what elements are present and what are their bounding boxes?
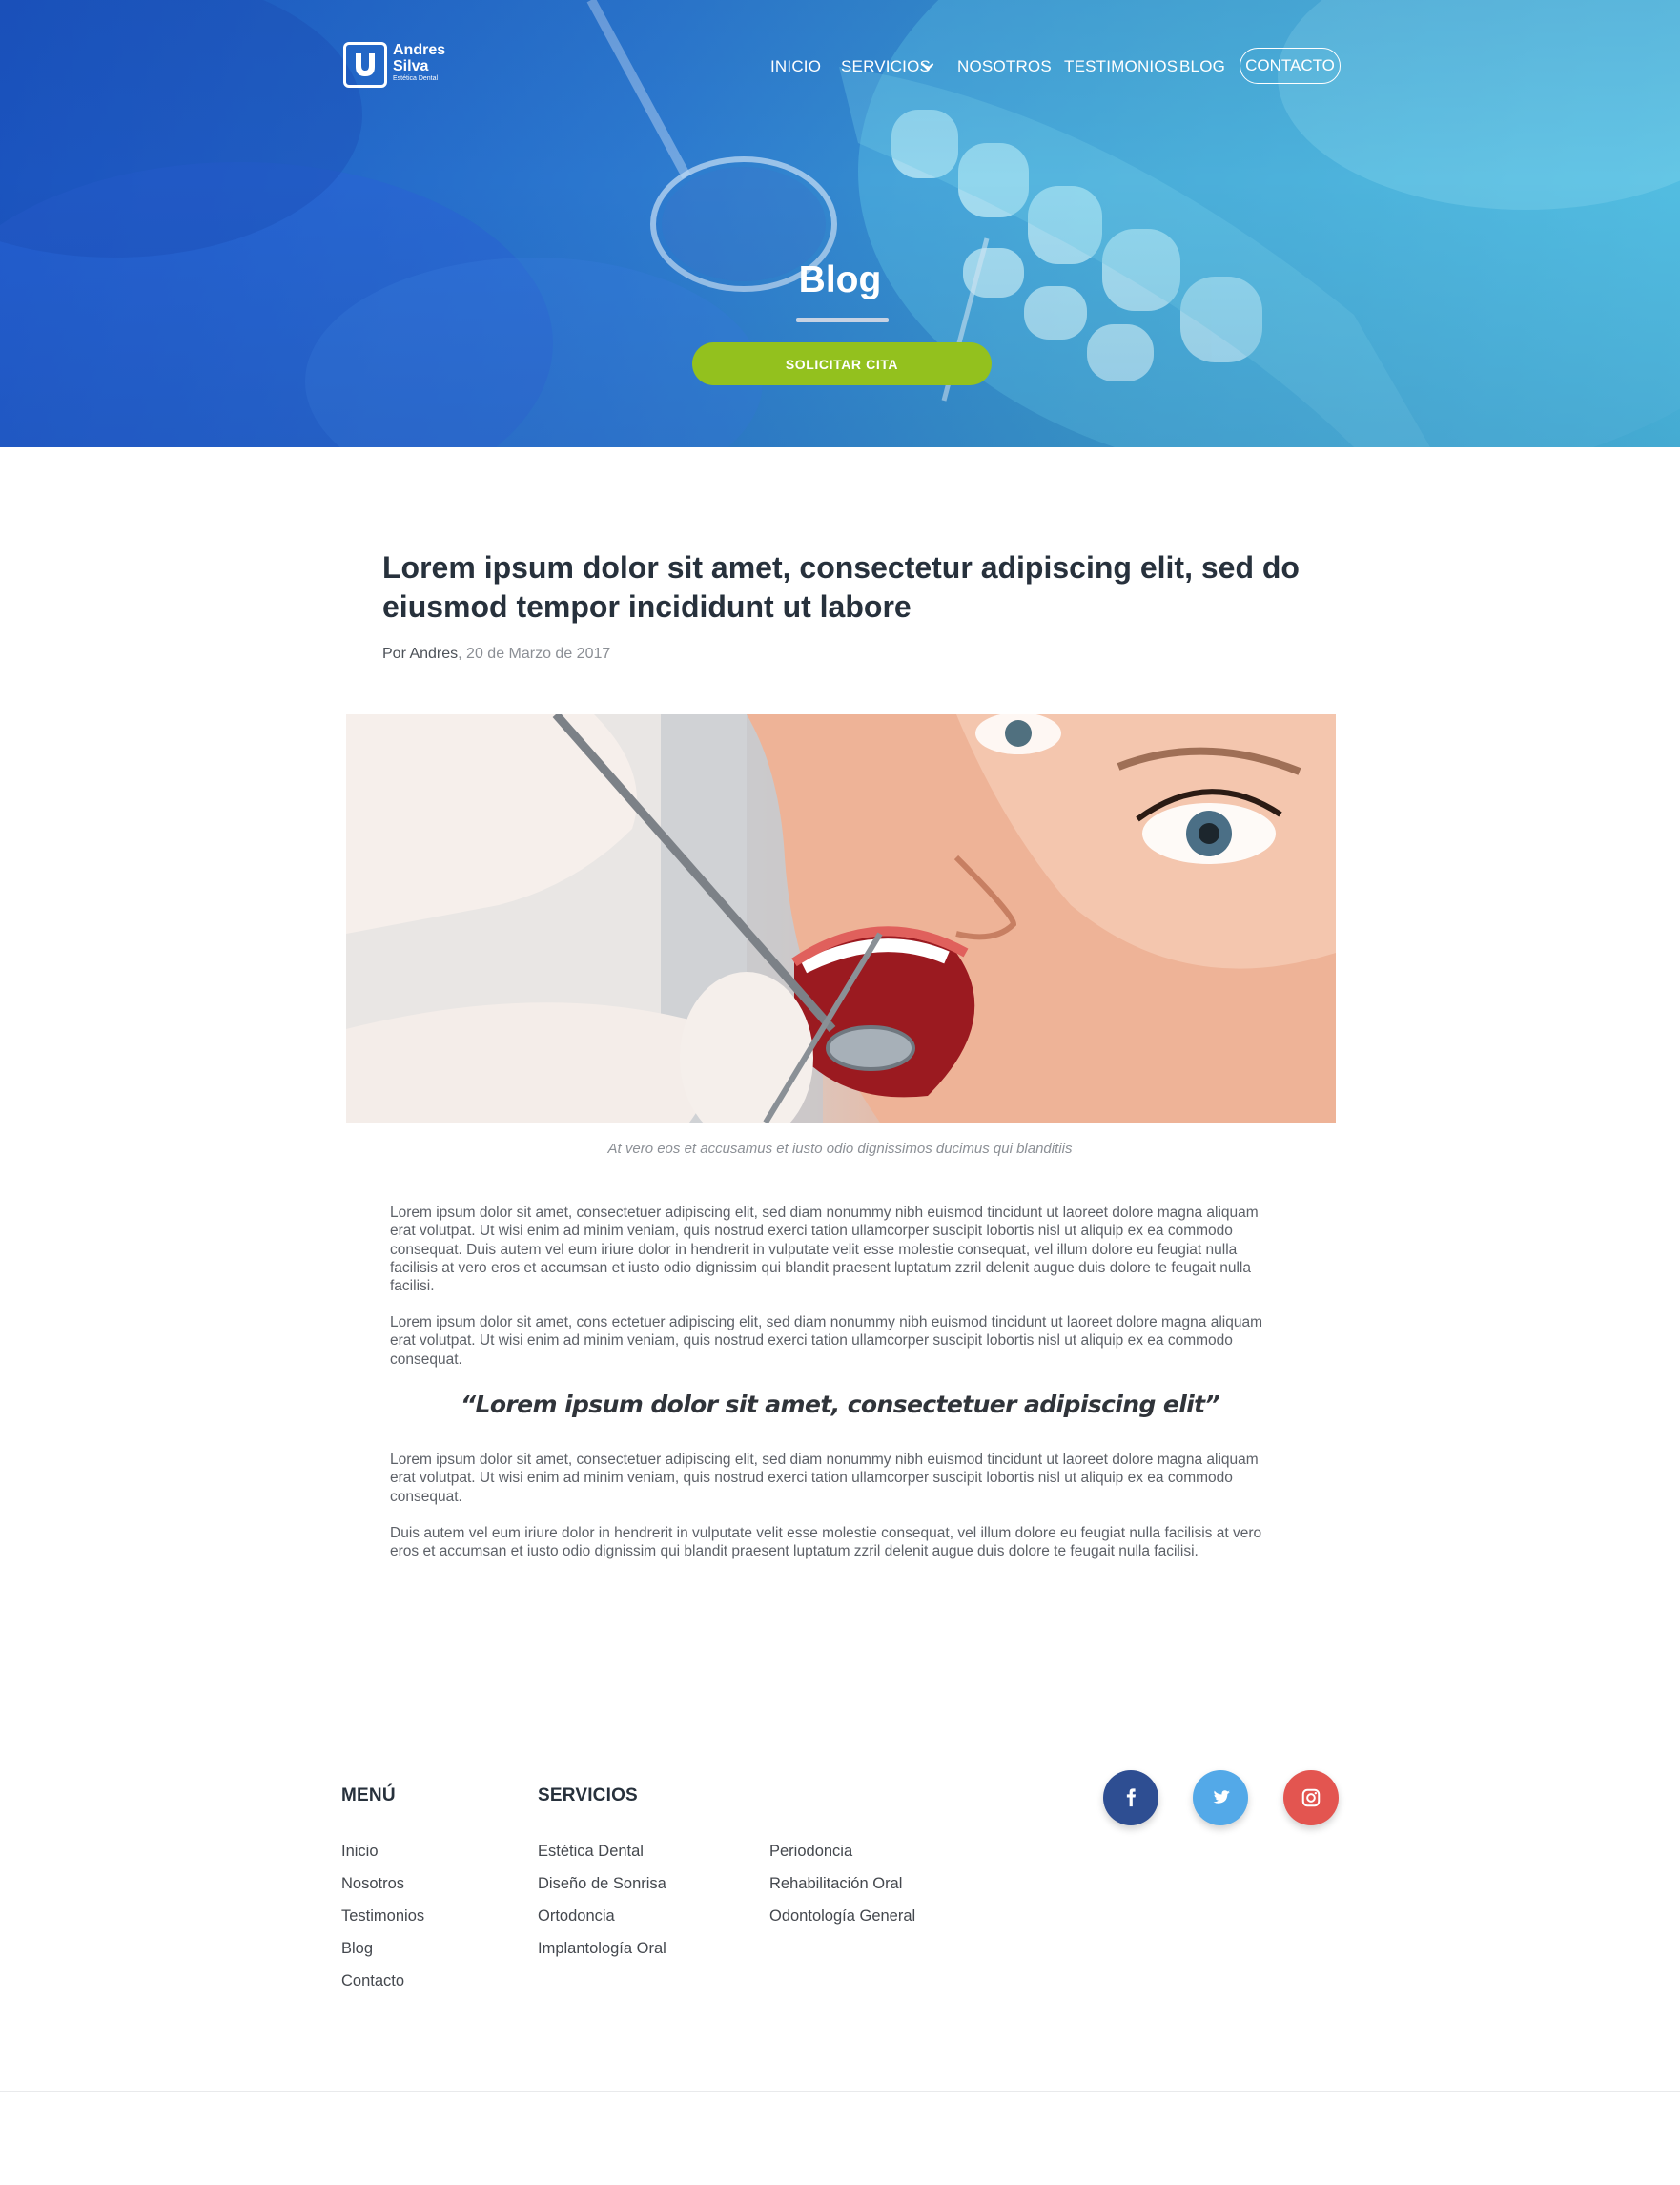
footer-services-col2: Periodoncia Rehabilitación Oral Odontolo… (769, 1843, 915, 1940)
post-paragraph: Lorem ipsum dolor sit amet, consectetuer… (390, 1205, 1259, 1295)
footer-service-rehabilitacion[interactable]: Rehabilitación Oral (769, 1875, 915, 1907)
footer-menu-links: Inicio Nosotros Testimonios Blog Contact… (341, 1843, 424, 2005)
footer-service-diseno[interactable]: Diseño de Sonrisa (538, 1875, 666, 1907)
footer-services-col1: Estética Dental Diseño de Sonrisa Ortodo… (538, 1843, 666, 1972)
hero-banner: Andres Silva Estética Dental INICIO SERV… (0, 0, 1680, 447)
brand-name-line1: Andres (393, 42, 446, 58)
nav-nosotros[interactable]: NOSOTROS (957, 57, 1052, 76)
nav-servicios[interactable]: SERVICIOS (841, 57, 931, 76)
footer-service-odontologia[interactable]: Odontología General (769, 1907, 915, 1940)
footer-menu-title: MENÚ (341, 1785, 396, 1805)
footer-service-periodoncia[interactable]: Periodoncia (769, 1843, 915, 1875)
post-paragraph: Duis autem vel eum iriure dolor in hendr… (390, 1525, 1262, 1560)
nav-testimonios[interactable]: TESTIMONIOS (1064, 57, 1178, 76)
footer-service-implantologia[interactable]: Implantología Oral (538, 1940, 666, 1972)
post-title: Lorem ipsum dolor sit amet, consectetur … (382, 550, 1300, 624)
pull-quote: “Lorem ipsum dolor sit amet, consectetue… (460, 1391, 1220, 1418)
chevron-down-icon[interactable] (921, 60, 934, 73)
twitter-icon[interactable] (1193, 1770, 1248, 1825)
post-author[interactable]: Por Andres (382, 646, 458, 662)
footer-divider (0, 2091, 1680, 2092)
nav-blog[interactable]: BLOG (1179, 57, 1225, 76)
post-paragraph: Lorem ipsum dolor sit amet, consectetuer… (390, 1452, 1259, 1505)
footer-link-inicio[interactable]: Inicio (341, 1843, 424, 1875)
footer-service-ortodoncia[interactable]: Ortodoncia (538, 1907, 666, 1940)
instagram-icon[interactable] (1283, 1770, 1339, 1825)
page-title: Blog (798, 259, 882, 300)
contact-button[interactable]: CONTACTO (1240, 48, 1341, 84)
dentist-patient-illustration (346, 714, 1336, 1123)
facebook-icon[interactable] (1103, 1770, 1158, 1825)
footer-link-testimonios[interactable]: Testimonios (341, 1907, 424, 1940)
footer-services-title: SERVICIOS (538, 1785, 638, 1805)
title-underline (796, 318, 889, 322)
footer-link-nosotros[interactable]: Nosotros (341, 1875, 424, 1907)
main-nav: INICIO SERVICIOS NOSOTROS TESTIMONIOS BL… (0, 57, 1680, 86)
footer-service-estetica[interactable]: Estética Dental (538, 1843, 666, 1875)
request-appointment-button[interactable]: SOLICITAR CITA (692, 342, 992, 385)
footer-link-contacto[interactable]: Contacto (341, 1972, 424, 2005)
footer-link-blog[interactable]: Blog (341, 1940, 424, 1972)
post-date: , 20 de Marzo de 2017 (458, 646, 611, 662)
post-byline: Por Andres, 20 de Marzo de 2017 (382, 646, 610, 663)
post-paragraph: Lorem ipsum dolor sit amet, cons ectetue… (390, 1314, 1262, 1368)
image-caption: At vero eos et accusamus et iusto odio d… (607, 1141, 1073, 1157)
post-featured-image (346, 714, 1336, 1123)
nav-inicio[interactable]: INICIO (770, 57, 821, 76)
